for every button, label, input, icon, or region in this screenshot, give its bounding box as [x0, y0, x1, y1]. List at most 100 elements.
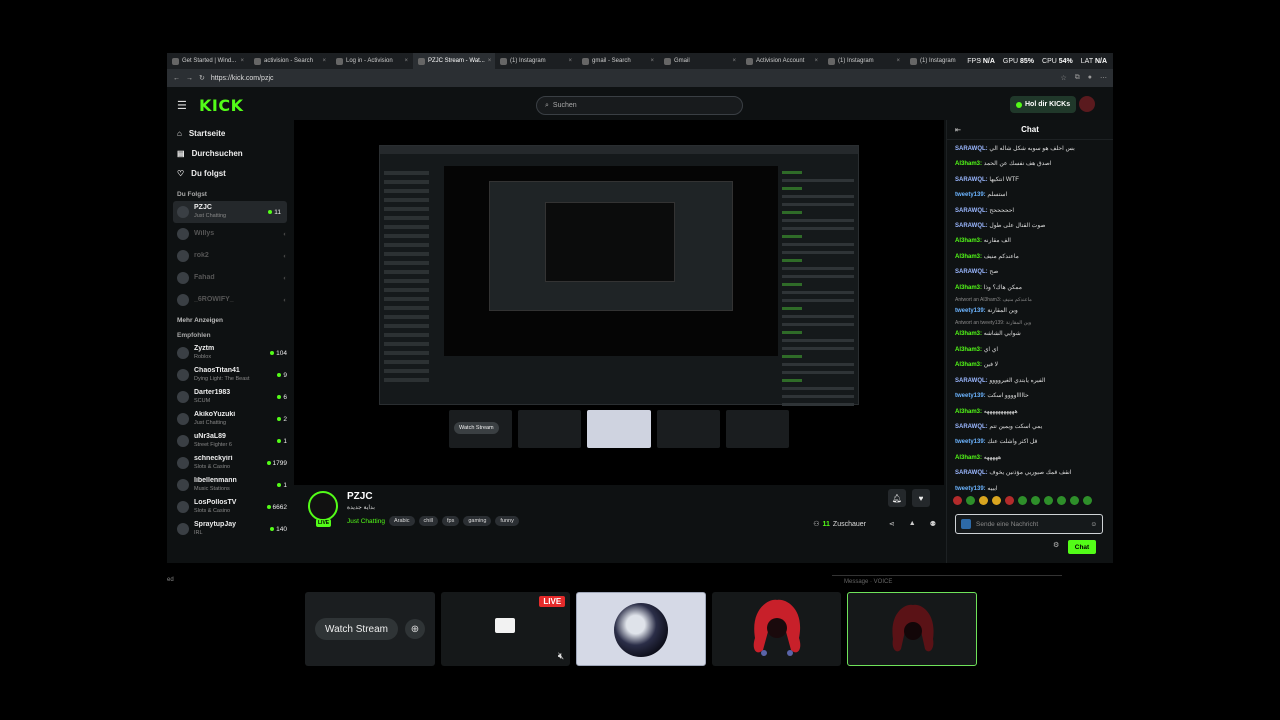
emote-icon[interactable]	[1005, 496, 1014, 505]
browser-tab[interactable]: (1) Instagram ×	[495, 53, 577, 69]
stream-tag[interactable]: gaming	[463, 516, 492, 526]
collapse-chat-icon[interactable]: ⇤	[955, 126, 961, 134]
chat-username[interactable]: Al3ham3:	[955, 347, 982, 353]
back-icon[interactable]: ←	[173, 75, 180, 82]
chat-username[interactable]: Al3ham3:	[955, 285, 982, 291]
url-field[interactable]: https://kick.com/pzjc	[211, 75, 274, 82]
sidebar-channel[interactable]: ChaosTitan41 Dying Light: The Beast 9	[167, 364, 293, 386]
stream-tag[interactable]: funny	[495, 516, 519, 526]
chat-username[interactable]: Al3ham3:	[955, 161, 982, 167]
video-player[interactable]: Watch Stream	[294, 120, 944, 485]
stream-tag[interactable]: fps	[442, 516, 460, 526]
extensions-icon[interactable]: ⧉	[1075, 74, 1080, 82]
sidebar-channel[interactable]: rok2 ◐	[167, 245, 293, 267]
browser-tab[interactable]: Log in - Activision ×	[331, 53, 413, 69]
sidebar-channel[interactable]: PZJC Just Chatting 11	[173, 201, 287, 223]
reload-icon[interactable]: ↻	[199, 74, 205, 82]
streamer-avatar[interactable]	[308, 491, 338, 521]
share-icon[interactable]: ⋖	[889, 520, 895, 528]
chat-username[interactable]: SARAWQL:	[955, 378, 988, 384]
notification-bell-button[interactable]: 🔔︎	[888, 489, 906, 507]
close-tab-icon[interactable]: ×	[650, 58, 654, 64]
emote-icon[interactable]	[1057, 496, 1066, 505]
sidebar-channel[interactable]: _6ROWIFY_ ◐	[167, 289, 293, 311]
hamburger-menu-icon[interactable]: ☰	[177, 99, 193, 112]
emote-icon[interactable]	[992, 496, 1001, 505]
chat-username[interactable]: SARAWQL:	[955, 146, 988, 152]
add-stream-icon[interactable]: ⊕	[405, 619, 425, 639]
chat-username[interactable]: SARAWQL:	[955, 177, 988, 183]
emote-icon[interactable]	[1044, 496, 1053, 505]
sidebar-nav-item[interactable]: ▤ Durchsuchen	[167, 143, 293, 163]
get-kicks-button[interactable]: Hol dir KICKs	[1010, 96, 1077, 113]
sidebar-channel[interactable]: Darter1983 SCUM 6	[167, 386, 293, 408]
close-tab-icon[interactable]: ×	[568, 58, 572, 64]
sidebar-channel[interactable]: Zyztm Roblox 104	[167, 342, 293, 364]
browser-tab[interactable]: PZJC Stream - Wat... ×	[413, 53, 495, 69]
chat-username[interactable]: SARAWQL:	[955, 424, 988, 430]
close-tab-icon[interactable]: ×	[322, 58, 326, 64]
emoji-picker-icon[interactable]: ☺	[1090, 521, 1097, 528]
emote-icon[interactable]	[1018, 496, 1027, 505]
chat-username[interactable]: Al3ham3:	[955, 455, 982, 461]
close-tab-icon[interactable]: ×	[488, 58, 492, 64]
menu-dots-icon[interactable]: ⋯	[1100, 74, 1107, 82]
browser-tab[interactable]: Get Started | Wind... ×	[167, 53, 249, 69]
participant-tile[interactable]	[847, 592, 977, 666]
close-tab-icon[interactable]: ×	[240, 58, 244, 64]
close-tab-icon[interactable]: ×	[814, 58, 818, 64]
profile-icon[interactable]: ●	[1088, 74, 1092, 82]
search-input[interactable]: ⌕ Suchen	[536, 96, 743, 115]
close-tab-icon[interactable]: ×	[404, 58, 408, 64]
close-tab-icon[interactable]: ×	[732, 58, 736, 64]
chat-username[interactable]: tweety139:	[955, 393, 986, 399]
add-user-icon[interactable]: ⚉	[930, 520, 936, 528]
chat-username[interactable]: Al3ham3:	[955, 238, 982, 244]
stream-tag[interactable]: chill	[418, 516, 439, 526]
emote-icon[interactable]	[1083, 496, 1092, 505]
emote-icon[interactable]	[1031, 496, 1040, 505]
chat-username[interactable]: tweety139:	[955, 192, 986, 198]
screen-share-tile[interactable]: LIVE 🔇︎	[440, 592, 571, 666]
chat-username[interactable]: Al3ham3:	[955, 362, 982, 368]
sidebar-channel[interactable]: libellenmann Music Stations 1	[167, 474, 293, 496]
sidebar-channel[interactable]: LosPollosTV Slots & Casino 6662	[167, 496, 293, 518]
chat-username[interactable]: SARAWQL:	[955, 208, 988, 214]
stream-tag[interactable]: Arabic	[388, 516, 415, 526]
sidebar-channel[interactable]: AkikoYuzuki Just Chatting 2	[167, 408, 293, 430]
chat-username[interactable]: SARAWQL:	[955, 223, 988, 229]
chat-username[interactable]: Al3ham3:	[955, 409, 982, 415]
chat-username[interactable]: SARAWQL:	[955, 470, 988, 476]
user-avatar[interactable]	[1079, 96, 1095, 112]
sidebar-channel[interactable]: schneckyiri Slots & Casino 1799	[167, 452, 293, 474]
follow-heart-button[interactable]: ♥	[912, 489, 930, 507]
sidebar-nav-item[interactable]: ♡ Du folgst	[167, 163, 293, 183]
browser-tab[interactable]: (1) Instagram ×	[823, 53, 905, 69]
emote-icon[interactable]	[953, 496, 962, 505]
show-more-link[interactable]: Mehr Anzeigen	[167, 311, 293, 330]
watch-stream-button[interactable]: Watch Stream	[315, 618, 398, 640]
star-icon[interactable]: ☆	[1060, 74, 1066, 82]
report-icon[interactable]: ▲	[909, 520, 916, 528]
participant-tile[interactable]	[711, 592, 842, 666]
sidebar-channel[interactable]: uNr3aL89 Street Fighter 6 1	[167, 430, 293, 452]
sidebar-nav-item[interactable]: ⌂ Startseite	[167, 123, 293, 143]
close-tab-icon[interactable]: ×	[896, 58, 900, 64]
chat-settings-icon[interactable]: ⚙	[1053, 541, 1059, 549]
sidebar-channel[interactable]: Willys ◐	[167, 223, 293, 245]
channel-name[interactable]: PZJC	[347, 491, 373, 502]
voice-message-input[interactable]: Message · VOICE	[832, 575, 1062, 589]
chat-username[interactable]: Al3ham3:	[955, 254, 982, 260]
kick-logo[interactable]: KICK	[199, 96, 244, 115]
forward-icon[interactable]: →	[186, 75, 193, 82]
emote-icon[interactable]	[979, 496, 988, 505]
sidebar-channel[interactable]: SpraytupJay IRL 140	[167, 518, 293, 540]
browser-tab[interactable]: Activision Account ×	[741, 53, 823, 69]
emote-icon[interactable]	[1070, 496, 1079, 505]
chat-username[interactable]: tweety139:	[955, 308, 986, 314]
participant-tile[interactable]	[576, 592, 706, 666]
sidebar-channel[interactable]: Fahad ◐	[167, 267, 293, 289]
chat-send-button[interactable]: Chat	[1068, 540, 1096, 554]
chat-input[interactable]: Sende eine Nachricht ☺	[955, 514, 1103, 534]
chat-username[interactable]: tweety139:	[955, 486, 986, 492]
